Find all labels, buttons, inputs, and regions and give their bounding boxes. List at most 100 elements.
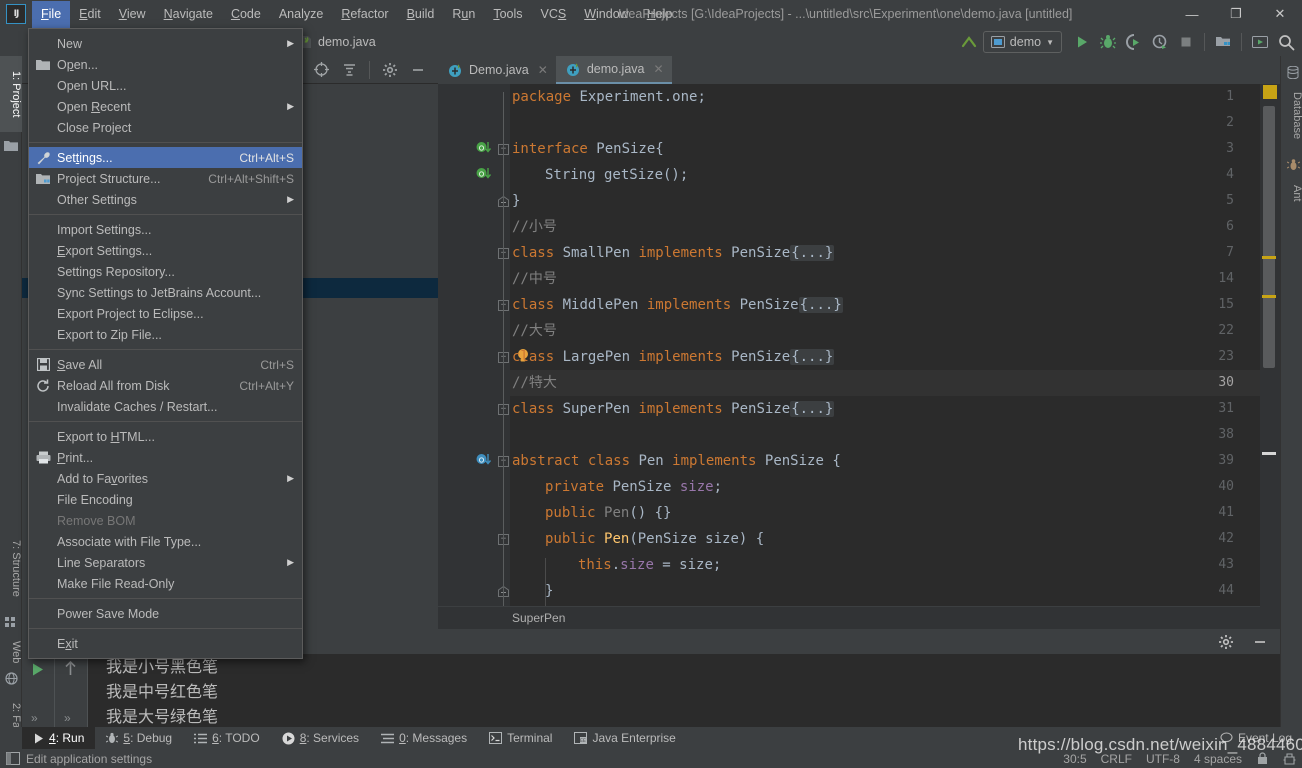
arrow-up-icon[interactable] (63, 660, 78, 677)
file-menu-item-export-project-to-eclipse[interactable]: Export Project to Eclipse... (29, 303, 302, 324)
file-menu-item-sync-settings-to-jetbrains-account[interactable]: Sync Settings to JetBrains Account... (29, 282, 302, 303)
file-menu-item-import-settings[interactable]: Import Settings... (29, 219, 302, 240)
file-menu-item-make-file-read-only[interactable]: Make File Read-Only (29, 573, 302, 594)
menubar-item-view[interactable]: View (110, 1, 155, 28)
stop-icon[interactable] (1174, 30, 1198, 54)
chevrons-icon[interactable]: » (31, 711, 38, 725)
file-menu-item-export-to-zip-file[interactable]: Export to Zip File... (29, 324, 302, 345)
file-menu-item-add-to-favorites[interactable]: Add to Favorites ▶ (29, 468, 302, 489)
minimize-icon[interactable] (1248, 630, 1272, 654)
debug-icon[interactable] (1096, 30, 1120, 54)
close-button[interactable]: ✕ (1258, 0, 1302, 28)
file-menu-item-open-url[interactable]: Open URL... (29, 75, 302, 96)
bottom-tab-6-todo[interactable]: 6: TODO (183, 727, 271, 749)
bottom-tab-4-run[interactable]: 4: Run (22, 727, 96, 749)
stripe-warning-marker-1[interactable] (1262, 256, 1276, 259)
sidebar-item-structure[interactable]: 7: Structure (0, 526, 22, 610)
menubar-item-file[interactable]: File (32, 0, 71, 28)
profile-icon[interactable] (1148, 30, 1172, 54)
editor-tab-demo-java[interactable]: demo.java ✕ (555, 56, 672, 84)
code-line[interactable]: interface PenSize{ (512, 136, 664, 162)
run-coverage-icon[interactable] (1122, 30, 1146, 54)
menubar-item-refactor[interactable]: Refactor (332, 1, 397, 28)
search-icon[interactable] (1274, 30, 1298, 54)
file-menu-item-line-separators[interactable]: Line Separators ▶ (29, 552, 302, 573)
file-menu-item-open-recent[interactable]: Open Recent ▶ (29, 96, 302, 117)
code-line[interactable]: class SuperPen implements PenSize{...} (512, 396, 835, 422)
file-menu-item-associate-with-file-type[interactable]: Associate with File Type... (29, 531, 302, 552)
editor-scrollbar-thumb[interactable] (1263, 106, 1275, 368)
collapse-all-icon[interactable] (337, 58, 361, 82)
minimize-button[interactable]: — (1170, 0, 1214, 28)
file-menu-item-new[interactable]: New ▶ (29, 33, 302, 54)
code-line[interactable]: //中号 (512, 266, 557, 292)
menubar-item-run[interactable]: Run (443, 1, 484, 28)
file-menu-item-settings-repository[interactable]: Settings Repository... (29, 261, 302, 282)
close-icon[interactable]: ✕ (654, 62, 664, 76)
run-console[interactable]: 我是小号黑色笔 我是中号红色笔 我是大号绿色笔 (88, 654, 1280, 727)
scroll-from-source-icon[interactable] (309, 58, 333, 82)
code-line[interactable]: public Pen(PenSize size) { (512, 526, 764, 552)
run-configuration-selector[interactable]: demo ▼ (982, 31, 1062, 53)
code-line[interactable]: } (512, 188, 520, 214)
back-arrow-icon[interactable] (957, 30, 981, 54)
code-line[interactable]: class SmallPen implements PenSize{...} (512, 240, 835, 266)
file-menu-item-export-settings[interactable]: Export Settings... (29, 240, 302, 261)
implemented-marker-icon[interactable]: O (476, 453, 494, 469)
inspection-status-marker[interactable] (1263, 85, 1277, 99)
code-line[interactable]: public Pen() {} (512, 500, 671, 526)
update-icon[interactable] (1248, 30, 1272, 54)
console-scrollbar[interactable] (1266, 654, 1278, 727)
error-stripe[interactable] (1260, 84, 1280, 629)
code-line[interactable]: //大号 (512, 318, 557, 344)
file-menu-item-settings[interactable]: Settings... Ctrl+Alt+S (29, 147, 302, 168)
code-line[interactable]: } (512, 578, 553, 604)
code-line[interactable]: String getSize(); (512, 162, 688, 188)
bottom-tab-0-messages[interactable]: 0: Messages (370, 727, 478, 749)
code-editor[interactable]: 1package Experiment.one;23O−interface Pe… (438, 84, 1280, 629)
bottom-tab-8-services[interactable]: 8: Services (271, 727, 370, 749)
implemented-marker-icon[interactable]: O (476, 167, 494, 183)
menubar-item-vcs[interactable]: VCS (532, 1, 576, 28)
sidebar-item-database[interactable]: Database (1281, 82, 1302, 150)
close-icon[interactable]: ✕ (538, 63, 548, 77)
file-menu-item-other-settings[interactable]: Other Settings ▶ (29, 189, 302, 210)
editor-tab-demo-java[interactable]: Demo.java ✕ (438, 56, 556, 84)
chevrons-icon[interactable]: » (64, 711, 71, 725)
file-menu-item-close-project[interactable]: Close Project (29, 117, 302, 138)
stripe-warning-marker-2[interactable] (1262, 295, 1276, 298)
maximize-button[interactable]: ❐ (1214, 0, 1258, 28)
file-menu-item-save-all[interactable]: Save All Ctrl+S (29, 354, 302, 375)
hide-panel-icon[interactable] (406, 58, 430, 82)
implemented-marker-icon[interactable]: O (476, 141, 494, 157)
code-line[interactable]: this.size = size; (512, 552, 721, 578)
file-menu-item-file-encoding[interactable]: File Encoding (29, 489, 302, 510)
file-menu-popup[interactable]: New ▶ Open... Open URL... Open Recent ▶ Close … (28, 28, 303, 659)
menubar-item-navigate[interactable]: Navigate (155, 1, 222, 28)
breadcrumb[interactable]: demo.java (300, 28, 376, 56)
file-menu-item-invalidate-caches-restart[interactable]: Invalidate Caches / Restart... (29, 396, 302, 417)
gear-icon[interactable] (1214, 630, 1238, 654)
file-menu-item-project-structure[interactable]: Project Structure... Ctrl+Alt+Shift+S (29, 168, 302, 189)
sidebar-item-ant[interactable]: Ant (1281, 174, 1302, 212)
sidebar-item-web[interactable]: Web (0, 632, 22, 672)
code-line[interactable]: //小号 (512, 214, 557, 240)
code-line[interactable]: class MiddlePen implements PenSize{...} (512, 292, 843, 318)
menubar-item-edit[interactable]: Edit (70, 1, 110, 28)
code-line[interactable]: class LargePen implements PenSize{...} (512, 344, 835, 370)
project-structure-icon[interactable] (1211, 30, 1235, 54)
run-icon[interactable] (1070, 30, 1094, 54)
menubar-item-code[interactable]: Code (222, 1, 270, 28)
bottom-tab-terminal[interactable]: Terminal (478, 727, 563, 749)
code-line[interactable]: package Experiment.one; (512, 84, 706, 110)
file-menu-item-exit[interactable]: Exit (29, 633, 302, 654)
gear-icon[interactable] (378, 58, 402, 82)
file-menu-item-open[interactable]: Open... (29, 54, 302, 75)
code-line[interactable]: private PenSize size; (512, 474, 722, 500)
menubar-item-analyze[interactable]: Analyze (270, 1, 332, 28)
bottom-tab-java-enterprise[interactable]: EE Java Enterprise (563, 727, 686, 749)
menubar-item-build[interactable]: Build (398, 1, 444, 28)
sidebar-item-project[interactable]: 1: Project (0, 56, 22, 132)
rerun-icon[interactable] (30, 662, 45, 677)
toolwindow-icon[interactable] (6, 752, 20, 765)
